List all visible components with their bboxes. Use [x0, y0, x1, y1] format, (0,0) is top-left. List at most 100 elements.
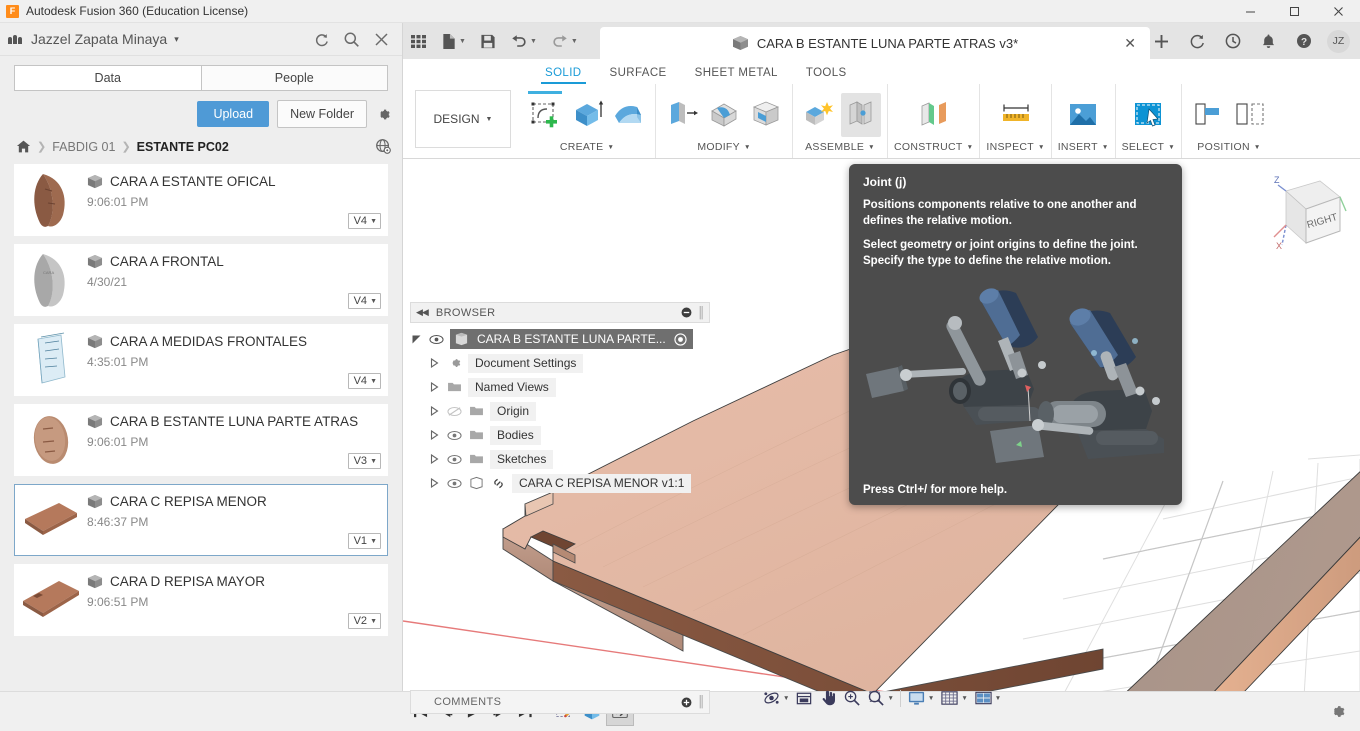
version-badge[interactable]: V4 ▼ [348, 293, 381, 309]
help-icon[interactable]: ? [1286, 23, 1322, 59]
document-tab[interactable]: CARA B ESTANTE LUNA PARTE ATRAS v3* ✕ [600, 27, 1150, 59]
panel-grip[interactable]: ║ [697, 307, 704, 319]
add-comment-icon[interactable] [681, 697, 692, 708]
list-item-selected[interactable]: CARA C REPISA MENOR 8:46:37 PM V1 ▼ [14, 484, 388, 556]
list-item[interactable]: CARA B ESTANTE LUNA PARTE ATRAS 9:06:01 … [14, 404, 388, 476]
tab-people[interactable]: People [201, 65, 389, 91]
comments-panel[interactable]: COMMENTS ║ [410, 690, 710, 714]
expand-triangle-icon[interactable] [428, 478, 441, 488]
move-copy-button[interactable] [1230, 93, 1270, 137]
browser-row-bodies[interactable]: Bodies [410, 423, 710, 447]
list-item[interactable]: CARA D REPISA MAYOR 9:06:51 PM V2 ▼ [14, 564, 388, 636]
ribbon-group-label[interactable]: MODIFY ▼ [697, 141, 750, 158]
refresh-icon[interactable] [313, 31, 330, 48]
list-item[interactable]: CARA CARA A FRONTAL 4/30/21 V4 ▼ [14, 244, 388, 316]
close-panel-icon[interactable] [373, 31, 390, 48]
recent-history-icon[interactable] [1215, 23, 1251, 59]
orbit-icon[interactable]: ▼ [759, 685, 792, 711]
browser-row-linked-component[interactable]: CARA C REPISA MENOR v1:1 [410, 471, 710, 495]
globe-share-icon[interactable] [375, 138, 392, 155]
tab-surface[interactable]: SURFACE [596, 67, 681, 84]
tab-tools[interactable]: TOOLS [792, 67, 861, 84]
close-button[interactable] [1316, 0, 1360, 23]
expand-triangle-icon[interactable] [410, 334, 423, 345]
version-badge[interactable]: V4 ▼ [348, 213, 381, 229]
select-button[interactable] [1128, 93, 1168, 137]
ribbon-group-label[interactable]: INSERT ▼ [1058, 141, 1109, 158]
list-item[interactable]: CARA A ESTANTE OFICAL 9:06:01 PM V4 ▼ [14, 164, 388, 236]
browser-row-document-settings[interactable]: Document Settings [410, 351, 710, 375]
close-document-icon[interactable]: ✕ [1124, 35, 1136, 52]
avatar[interactable]: JZ [1327, 30, 1350, 53]
minimize-button[interactable] [1228, 0, 1272, 23]
breadcrumb-item-0[interactable]: FABDIG 01 [52, 140, 115, 154]
zoom-icon[interactable] [840, 685, 864, 711]
redo-icon[interactable]: ▼ [544, 23, 585, 59]
upload-button[interactable]: Upload [197, 101, 269, 127]
3d-viewport[interactable]: RIGHT Z X ◀◀ BROWSER [403, 159, 1360, 714]
display-settings-icon[interactable]: ▼ [904, 685, 937, 711]
expand-triangle-icon[interactable] [428, 430, 441, 440]
pan-icon[interactable] [816, 685, 840, 711]
list-item[interactable]: CARA A MEDIDAS FRONTALES 4:35:01 PM V4 ▼ [14, 324, 388, 396]
version-badge[interactable]: V4 ▼ [348, 373, 381, 389]
chevron-down-icon[interactable]: ▾ [174, 34, 179, 45]
new-folder-button[interactable]: New Folder [277, 100, 367, 128]
expand-triangle-icon[interactable] [428, 358, 441, 368]
expand-triangle-icon[interactable] [428, 406, 441, 416]
panel-grip[interactable]: ║ [697, 696, 704, 708]
ribbon-group-label[interactable]: CONSTRUCT ▼ [894, 141, 973, 158]
viewports-icon[interactable]: ▼ [971, 685, 1004, 711]
home-icon[interactable] [16, 139, 31, 154]
add-tab-icon[interactable] [1144, 23, 1179, 59]
create-sketch-button[interactable] [525, 93, 565, 137]
press-pull-button[interactable] [662, 93, 702, 137]
version-badge[interactable]: V2 ▼ [348, 613, 381, 629]
visibility-eye-icon[interactable] [446, 430, 463, 441]
align-button[interactable] [1188, 93, 1228, 137]
ribbon-group-label[interactable]: ASSEMBLE ▼ [805, 141, 875, 158]
expand-triangle-icon[interactable] [428, 382, 441, 392]
version-badge[interactable]: V1 ▼ [348, 533, 381, 549]
browser-root-node[interactable]: CARA B ESTANTE LUNA PARTE... [410, 327, 710, 351]
shell-button[interactable] [746, 93, 786, 137]
measure-button[interactable] [996, 93, 1036, 137]
browser-row-named-views[interactable]: Named Views [410, 375, 710, 399]
zoom-window-icon[interactable]: ▼ [864, 685, 896, 711]
notifications-bell-icon[interactable] [1251, 23, 1286, 59]
save-icon[interactable] [473, 23, 503, 59]
browser-row-origin[interactable]: Origin [410, 399, 710, 423]
view-cube[interactable]: RIGHT Z X [1260, 167, 1352, 262]
collapse-icon[interactable]: ◀◀ [416, 307, 428, 318]
ribbon-group-label[interactable]: INSPECT ▼ [986, 141, 1044, 158]
tab-sheet-metal[interactable]: SHEET METAL [681, 67, 792, 84]
joint-button[interactable] [841, 93, 881, 137]
breadcrumb-item-1[interactable]: ESTANTE PC02 [137, 140, 229, 154]
fillet-button[interactable] [704, 93, 744, 137]
maximize-button[interactable] [1272, 0, 1316, 23]
browser-row-sketches[interactable]: Sketches [410, 447, 710, 471]
timeline-settings-icon[interactable] [1328, 702, 1347, 721]
user-name[interactable]: Jazzel Zapata Minaya [31, 31, 167, 47]
tab-data[interactable]: Data [14, 65, 201, 91]
visibility-eye-icon[interactable] [446, 478, 463, 489]
app-grid-icon[interactable] [403, 23, 434, 59]
workspace-selector[interactable]: DESIGN ▼ [415, 90, 511, 148]
ribbon-group-label[interactable]: SELECT ▼ [1122, 141, 1175, 158]
activate-component-icon[interactable] [674, 333, 687, 346]
version-badge[interactable]: V3 ▼ [348, 453, 381, 469]
undo-icon[interactable]: ▼ [503, 23, 544, 59]
visibility-eye-icon[interactable] [428, 334, 445, 345]
tab-solid[interactable]: SOLID [531, 67, 596, 84]
visibility-eye-off-icon[interactable] [446, 406, 463, 417]
minimize-panel-icon[interactable] [681, 307, 692, 318]
insert-image-button[interactable] [1063, 93, 1103, 137]
new-component-button[interactable] [799, 93, 839, 137]
ribbon-group-label[interactable]: POSITION ▼ [1197, 141, 1260, 158]
grid-snap-icon[interactable]: ▼ [937, 685, 970, 711]
sweep-button[interactable] [609, 93, 649, 137]
job-status-icon[interactable] [1179, 23, 1215, 59]
extrude-button[interactable] [567, 93, 607, 137]
ribbon-group-label[interactable]: CREATE ▼ [560, 141, 614, 158]
construct-plane-button[interactable] [914, 93, 954, 137]
